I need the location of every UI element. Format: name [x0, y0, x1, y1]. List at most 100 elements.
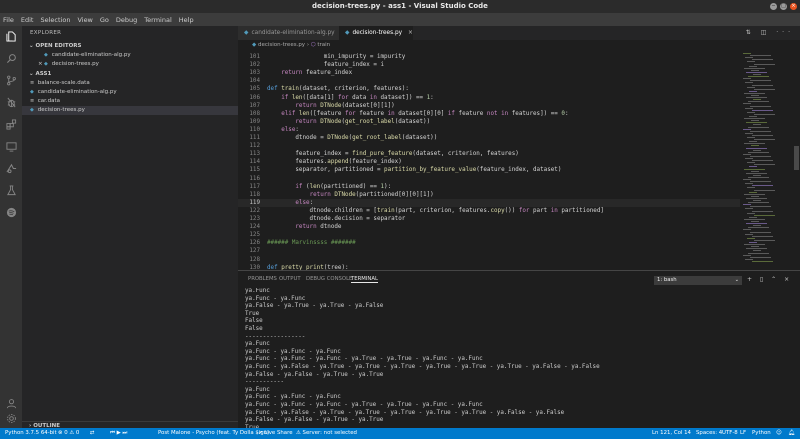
code-line[interactable]: 105 def train(dataset, criterion, feature…	[238, 85, 740, 93]
code-line[interactable]: 114 features.append(feature_index)	[238, 158, 740, 166]
minimap-line	[748, 151, 769, 153]
breadcrumb-symbol[interactable]: train	[317, 42, 330, 48]
server-status[interactable]: ⚠ Server: not selected	[296, 428, 357, 439]
terminal-output[interactable]: ya.Func ya.Func - ya.Func ya.False - ya.Tr…	[245, 288, 795, 428]
code-line[interactable]: 112	[238, 142, 740, 150]
live-share-status-icon[interactable]: ⇄	[90, 428, 95, 439]
problems-count[interactable]: ⊗ 0 ⚠ 0	[58, 428, 79, 439]
menu-edit[interactable]: Edit	[21, 16, 34, 24]
encoding[interactable]: UTF-8	[722, 428, 738, 439]
code-line[interactable]: 118 return DTNode(partitioned[0][0][1])	[238, 191, 740, 199]
menu-go[interactable]: Go	[100, 16, 109, 24]
open-editor-item[interactable]: ×◆ decision-trees.py	[22, 60, 238, 69]
search-icon[interactable]	[5, 52, 17, 64]
code-line[interactable]: 127	[238, 247, 740, 255]
accounts-icon[interactable]	[5, 397, 17, 409]
tab-output[interactable]: OUTPUT	[279, 276, 301, 282]
spotify-track[interactable]: Post Malone - Psycho (feat. Ty Dolla $ig…	[158, 428, 269, 439]
cursor-position[interactable]: Ln 121, Col 14	[652, 428, 691, 439]
line-number: 118	[249, 191, 260, 198]
code-editor[interactable]: 101 min_impurity = impurity 102 feature_i…	[238, 50, 740, 270]
code-line[interactable]: 126 ###### Marvinssss #######	[238, 239, 740, 247]
menu-file[interactable]: File	[3, 16, 14, 24]
tab-decision-trees[interactable]: ◆ decision-trees.py ×	[339, 26, 413, 40]
code-text: dtnode = DTNode(get_root_label(dataset))	[267, 135, 438, 141]
code-line[interactable]: 106 if len([data[1] for data in dataset]…	[238, 94, 740, 102]
minimap-line	[751, 221, 759, 222]
menu-debug[interactable]: Debug	[116, 16, 137, 24]
code-line[interactable]: 110 else:	[238, 126, 740, 134]
code-line[interactable]: 102 feature_index = i	[238, 61, 740, 69]
line-number: 107	[249, 102, 260, 109]
remote-icon[interactable]	[5, 140, 17, 152]
code-line[interactable]: 111 dtnode = DTNode(get_root_label(datas…	[238, 134, 740, 142]
code-line[interactable]: 125	[238, 231, 740, 239]
tab-problems[interactable]: PROBLEMS	[248, 276, 277, 282]
terminal-select[interactable]: 1: bash ⌄	[654, 276, 742, 285]
menu-view[interactable]: View	[77, 16, 92, 24]
code-line[interactable]: 117 if (len(partitioned) == 1):	[238, 183, 740, 191]
minimap[interactable]	[740, 50, 792, 270]
feedback-icon[interactable]: ☺	[776, 428, 782, 439]
tab-debug-console[interactable]: DEBUG CONSOLE	[306, 276, 352, 282]
code-line[interactable]: 119 else:	[238, 198, 740, 207]
tab-candidate-elimination[interactable]: ◆ candidate-elimination-alg.py	[238, 26, 339, 40]
file-item[interactable]: ≡ balance-scale.data	[22, 79, 238, 88]
maximize-button[interactable]: □	[780, 3, 787, 10]
media-controls[interactable]: ⏮ ▶ ⏭	[110, 428, 127, 439]
python-file-icon: ◆	[44, 61, 48, 67]
menu-terminal[interactable]: Terminal	[144, 16, 171, 24]
code-line[interactable]: 113 feature_index = find_pure_feature(da…	[238, 150, 740, 158]
minimap-line	[744, 168, 765, 170]
debug-icon[interactable]	[5, 96, 17, 108]
close-window-button[interactable]: ×	[790, 3, 797, 10]
code-line[interactable]: 107 return DTNode(dataset[0][1])	[238, 102, 740, 110]
live-share-button[interactable]: ↗ Live Share	[258, 428, 293, 439]
breadcrumb-file[interactable]: decision-trees.py	[258, 42, 305, 48]
code-line[interactable]: 122 dtnode.children = [train(part, crite…	[238, 207, 740, 215]
editor-scroll-thumb[interactable]	[794, 146, 799, 170]
spotify-icon[interactable]	[5, 206, 17, 218]
tab-terminal[interactable]: TERMINAL	[351, 276, 378, 283]
menu-selection[interactable]: Selection	[40, 16, 70, 24]
file-item[interactable]: ◆ candidate-elimination-alg.py	[22, 88, 238, 97]
code-line[interactable]: 108 elif len([feature for feature in dat…	[238, 110, 740, 118]
title-bar: decision-trees.py - ass1 - Visual Studio…	[0, 0, 800, 13]
code-line[interactable]: 101 min_impurity = impurity	[238, 53, 740, 61]
live-share-icon[interactable]	[5, 162, 17, 174]
open-editors-section[interactable]: ⌄ OPEN EDITORS	[22, 41, 238, 51]
code-line[interactable]: 128	[238, 256, 740, 264]
code-line[interactable]: 109 return DTNode(get_root_label(dataset…	[238, 118, 740, 126]
close-tab-icon[interactable]: ×	[408, 30, 413, 36]
minimap-line	[749, 216, 757, 218]
file-item-selected[interactable]: ◆ decision-trees.py	[22, 106, 238, 115]
folder-section-ass1[interactable]: ⌄ ASS1	[22, 69, 238, 79]
notifications-icon[interactable]: 🔔︎	[788, 428, 795, 439]
minimap-line	[748, 227, 769, 229]
code-line[interactable]: 123 dtnode.decision = separator	[238, 215, 740, 223]
python-interpreter[interactable]: Python 3.7.5 64-bit	[5, 428, 57, 439]
terminal-actions[interactable]: + ▯ ⌃ ×	[747, 276, 792, 283]
file-item[interactable]: ≡ car.data	[22, 97, 238, 106]
language-mode[interactable]: Python	[752, 428, 771, 439]
indentation[interactable]: Spaces: 4	[696, 428, 722, 439]
minimap-line	[747, 237, 755, 239]
code-line[interactable]: 124 return dtnode	[238, 223, 740, 231]
code-line[interactable]: 115 separator, partitioned = partition_b…	[238, 166, 740, 174]
files-icon[interactable]	[5, 30, 17, 42]
editor-actions[interactable]: ⇅ ◫ ···	[746, 29, 794, 36]
extensions-icon[interactable]	[5, 118, 17, 130]
code-line[interactable]: 103 return feature_index	[238, 69, 740, 77]
minimap-line	[748, 126, 769, 128]
line-number: 105	[249, 86, 260, 93]
code-line[interactable]: 104	[238, 77, 740, 85]
menu-help[interactable]: Help	[179, 16, 194, 24]
test-icon[interactable]	[5, 184, 17, 196]
code-line[interactable]: 116	[238, 175, 740, 183]
minimize-button[interactable]: −	[770, 3, 777, 10]
settings-gear-icon[interactable]	[5, 412, 17, 424]
open-editor-item[interactable]: ◆ candidate-elimination-alg.py	[22, 51, 238, 60]
line-number: 103	[249, 70, 260, 77]
line-endings[interactable]: LF	[740, 428, 746, 439]
source-control-icon[interactable]	[5, 74, 17, 86]
